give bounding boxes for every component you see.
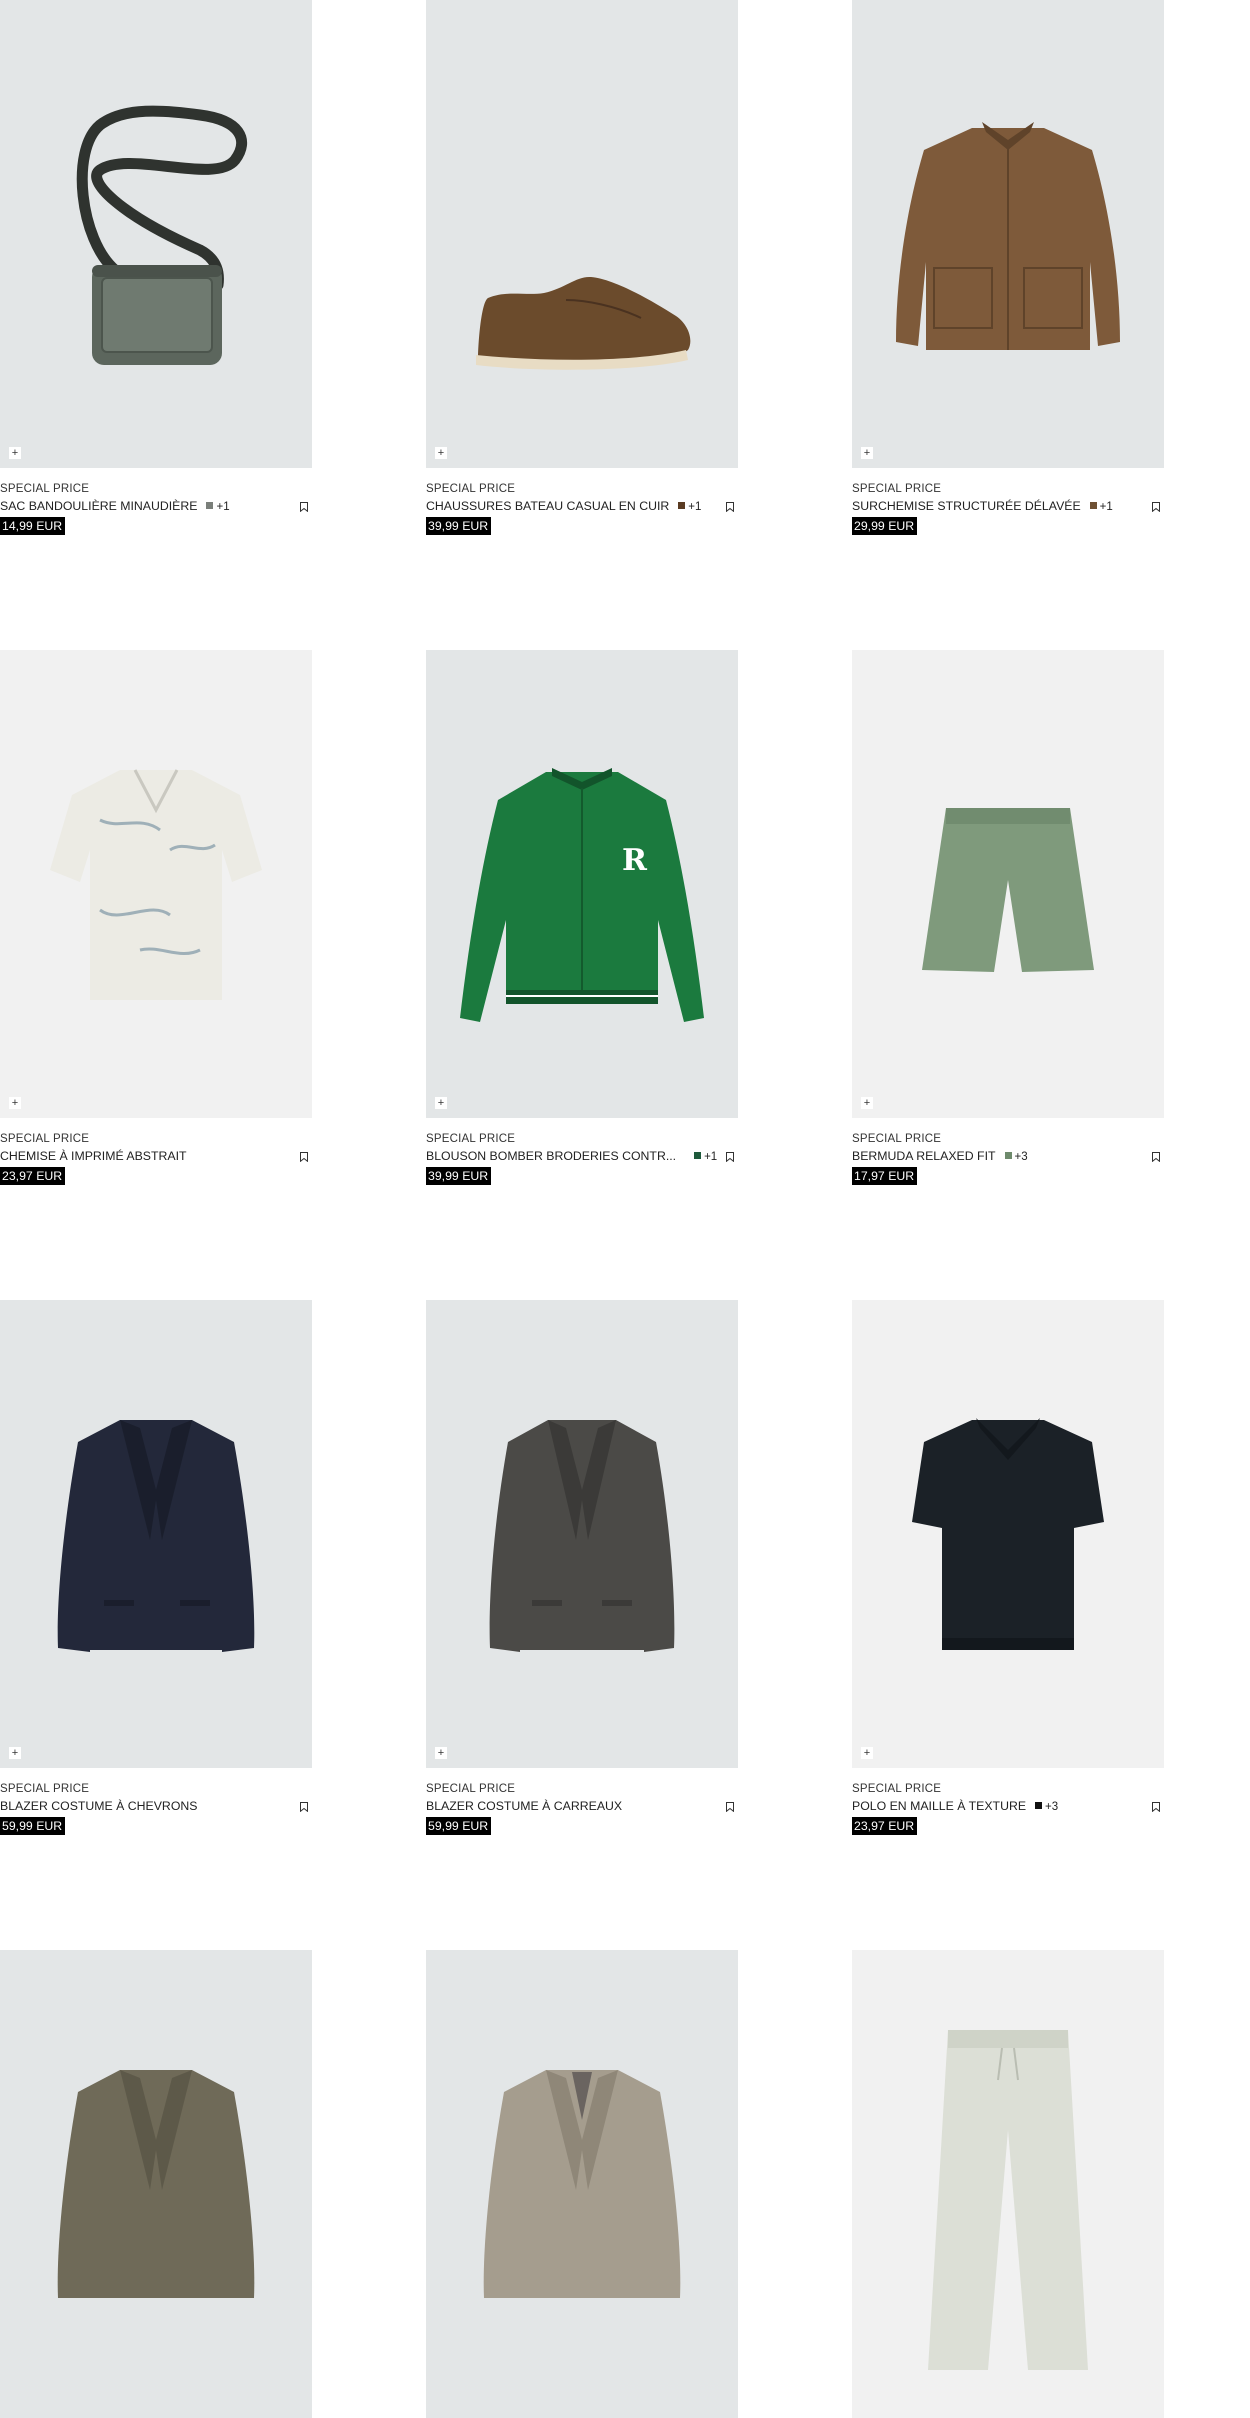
special-price-tag: SPECIAL PRICE xyxy=(426,1133,516,1145)
add-to-cart-button[interactable]: + xyxy=(435,1097,447,1109)
product-card[interactable] xyxy=(852,1950,1164,2418)
special-price-tag: SPECIAL PRICE xyxy=(852,1133,942,1145)
product-image[interactable] xyxy=(0,1950,312,2418)
crossbody-bag-icon xyxy=(76,105,248,365)
more-colors-count: +1 xyxy=(704,1151,718,1163)
bookmark-icon[interactable] xyxy=(300,502,308,512)
bookmark-icon[interactable] xyxy=(300,1152,308,1162)
more-colors-count: +1 xyxy=(216,501,230,513)
product-image[interactable]: R + xyxy=(426,650,738,1118)
bookmark-icon[interactable] xyxy=(1152,1152,1160,1162)
special-price-tag: SPECIAL PRICE xyxy=(0,1133,90,1145)
product-card[interactable]: + SPECIAL PRICE BERMUDA RELAXED FIT +3 17… xyxy=(852,650,1164,1185)
product-card[interactable]: R + SPECIAL PRICE BLOUSON BOMBER BRODERI… xyxy=(426,650,738,1185)
grey-blazer-icon xyxy=(489,1420,675,1652)
olive-blazer-icon xyxy=(57,2070,255,2298)
product-card[interactable]: + SPECIAL PRICE POLO EN MAILLE À TEXTURE… xyxy=(852,1300,1164,1835)
color-swatch xyxy=(678,502,686,509)
add-to-cart-button[interactable]: + xyxy=(9,447,21,459)
product-name[interactable]: SAC BANDOULIÈRE MINAUDIÈRE xyxy=(0,497,197,516)
product-image[interactable]: + xyxy=(426,1300,738,1768)
add-to-cart-button[interactable]: + xyxy=(861,1747,873,1759)
more-colors-count: +3 xyxy=(1014,1151,1028,1163)
special-price-tag: SPECIAL PRICE xyxy=(0,483,90,495)
bookmark-icon[interactable] xyxy=(1152,502,1160,512)
bookmark-icon[interactable] xyxy=(726,1802,734,1812)
product-name[interactable]: BLAZER COSTUME À CHEVRONS xyxy=(0,1797,197,1816)
product-name[interactable]: BLAZER COSTUME À CARREAUX xyxy=(426,1797,622,1816)
product-image[interactable] xyxy=(426,1950,738,2418)
add-to-cart-button[interactable]: + xyxy=(861,447,873,459)
bookmark-icon[interactable] xyxy=(1152,1802,1160,1812)
product-card[interactable]: + SPECIAL PRICE SURCHEMISE STRUCTURÉE DÉ… xyxy=(852,0,1164,535)
product-card[interactable]: + SPECIAL PRICE SAC BANDOULIÈRE MINAUDIÈ… xyxy=(0,0,312,535)
color-swatch xyxy=(206,502,214,509)
product-card[interactable] xyxy=(0,1950,312,2418)
product-name[interactable]: BLOUSON BOMBER BRODERIES CONTR... xyxy=(426,1147,676,1166)
product-name[interactable]: BERMUDA RELAXED FIT xyxy=(852,1147,996,1166)
beige-blazer-icon xyxy=(483,2070,681,2298)
product-name[interactable]: CHEMISE À IMPRIMÉ ABSTRAIT xyxy=(0,1147,187,1166)
add-to-cart-button[interactable]: + xyxy=(9,1747,21,1759)
bookmark-icon[interactable] xyxy=(300,1802,308,1812)
add-to-cart-button[interactable]: + xyxy=(435,447,447,459)
color-swatch xyxy=(1004,1152,1012,1159)
price-badge: 23,97 EUR xyxy=(0,1167,66,1185)
color-swatch xyxy=(694,1152,702,1159)
boat-shoe-icon xyxy=(476,276,691,370)
price-badge: 59,99 EUR xyxy=(0,1817,66,1835)
product-card[interactable]: + SPECIAL PRICE CHEMISE À IMPRIMÉ ABSTRA… xyxy=(0,650,312,1185)
bomber-jacket-icon: R xyxy=(460,768,704,1022)
product-image[interactable]: + xyxy=(852,1300,1164,1768)
price-badge: 59,99 EUR xyxy=(426,1817,492,1835)
product-name[interactable]: SURCHEMISE STRUCTURÉE DÉLAVÉE xyxy=(852,497,1081,516)
product-image[interactable]: + xyxy=(0,650,312,1118)
svg-text:R: R xyxy=(622,843,648,878)
product-card[interactable]: + SPECIAL PRICE BLAZER COSTUME À CHEVRON… xyxy=(0,1300,312,1835)
special-price-tag: SPECIAL PRICE xyxy=(426,483,516,495)
product-card[interactable] xyxy=(426,1950,738,2418)
jogger-pants-icon xyxy=(928,2030,1088,2370)
bookmark-icon[interactable] xyxy=(726,502,734,512)
more-colors-count: +3 xyxy=(1045,1801,1059,1813)
product-image[interactable] xyxy=(852,1950,1164,2418)
product-name[interactable]: CHAUSSURES BATEAU CASUAL EN CUIR xyxy=(426,497,669,516)
price-badge: 14,99 EUR xyxy=(0,517,66,535)
price-badge: 17,97 EUR xyxy=(852,1167,918,1185)
special-price-tag: SPECIAL PRICE xyxy=(852,483,942,495)
printed-shirt-icon xyxy=(50,769,262,1000)
special-price-tag: SPECIAL PRICE xyxy=(426,1783,516,1795)
color-swatch xyxy=(1035,1802,1043,1809)
product-image[interactable]: + xyxy=(426,0,738,468)
special-price-tag: SPECIAL PRICE xyxy=(852,1783,942,1795)
navy-blazer-icon xyxy=(57,1420,255,1652)
color-swatch xyxy=(1089,502,1097,509)
product-name[interactable]: POLO EN MAILLE À TEXTURE xyxy=(852,1797,1026,1816)
special-price-tag: SPECIAL PRICE xyxy=(0,1783,90,1795)
add-to-cart-button[interactable]: + xyxy=(435,1747,447,1759)
price-badge: 39,99 EUR xyxy=(426,1167,492,1185)
more-colors-count: +1 xyxy=(1099,501,1113,513)
more-colors-count: +1 xyxy=(688,501,702,513)
add-to-cart-button[interactable]: + xyxy=(9,1097,21,1109)
price-badge: 39,99 EUR xyxy=(426,517,492,535)
product-image[interactable]: + xyxy=(852,650,1164,1118)
product-image[interactable]: + xyxy=(852,0,1164,468)
product-card[interactable]: + SPECIAL PRICE CHAUSSURES BATEAU CASUAL… xyxy=(426,0,738,535)
product-card[interactable]: + SPECIAL PRICE BLAZER COSTUME À CARREAU… xyxy=(426,1300,738,1835)
price-badge: 23,97 EUR xyxy=(852,1817,918,1835)
product-image[interactable]: + xyxy=(0,0,312,468)
overshirt-icon xyxy=(896,122,1120,350)
price-badge: 29,99 EUR xyxy=(852,517,918,535)
knit-polo-icon xyxy=(912,1418,1104,1650)
bermuda-shorts-icon xyxy=(922,808,1094,972)
product-image[interactable]: + xyxy=(0,1300,312,1768)
add-to-cart-button[interactable]: + xyxy=(861,1097,873,1109)
bookmark-icon[interactable] xyxy=(726,1152,734,1162)
